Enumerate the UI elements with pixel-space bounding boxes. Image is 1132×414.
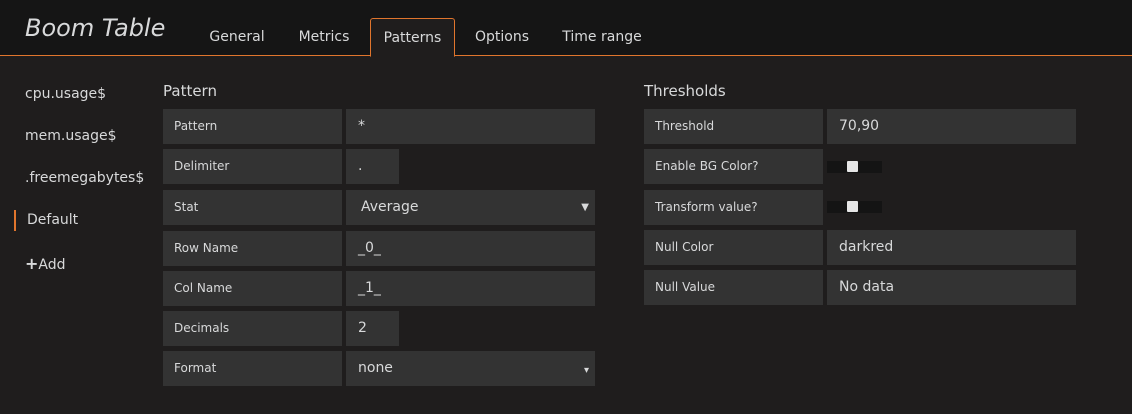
enable-bg-color-toggle[interactable] bbox=[827, 161, 882, 173]
tab-label: Patterns bbox=[383, 30, 442, 46]
pattern-label: Pattern bbox=[163, 109, 342, 144]
sidebar-item-label: mem.usage$ bbox=[25, 128, 117, 144]
sidebar-item-label: .freemegabytes$ bbox=[25, 170, 145, 186]
caret-down-icon: ▼ bbox=[581, 202, 589, 213]
decimals-input[interactable]: 2 bbox=[346, 311, 399, 346]
panel-title: Boom Table bbox=[25, 14, 166, 42]
add-pattern-button[interactable]: +Add bbox=[25, 254, 66, 273]
tab-label: Time range bbox=[562, 29, 642, 45]
sidebar-item-freemegabytes[interactable]: .freemegabytes$ bbox=[25, 170, 144, 186]
pattern-section-title: Pattern bbox=[163, 82, 217, 100]
enable-bg-color-label: Enable BG Color? bbox=[644, 149, 823, 184]
transform-value-checkbox[interactable] bbox=[847, 201, 858, 212]
null-value-label: Null Value bbox=[644, 270, 823, 305]
tab-label: Options bbox=[474, 29, 530, 45]
thresholds-section-title: Thresholds bbox=[644, 82, 726, 100]
sidebar-item-label: cpu.usage$ bbox=[25, 86, 107, 102]
tab-label: General bbox=[209, 29, 265, 45]
caret-down-icon: ▾ bbox=[583, 365, 589, 376]
plus-icon: + bbox=[25, 254, 39, 273]
pattern-input[interactable]: * bbox=[346, 109, 595, 144]
format-label: Format bbox=[163, 351, 342, 386]
format-select-value: none bbox=[358, 360, 393, 376]
tab-options[interactable]: Options bbox=[463, 18, 541, 55]
panel-header: Boom Table General Metrics Patterns Opti… bbox=[0, 0, 1132, 57]
col-name-label: Col Name bbox=[163, 271, 342, 306]
threshold-label: Threshold bbox=[644, 109, 823, 144]
sidebar-item-label: Default bbox=[27, 212, 79, 228]
stat-select[interactable]: Average ▼ bbox=[346, 190, 595, 225]
add-label: Add bbox=[38, 257, 66, 273]
tab-label: Metrics bbox=[298, 29, 350, 45]
transform-value-toggle[interactable] bbox=[827, 201, 882, 213]
tab-metrics[interactable]: Metrics bbox=[285, 18, 363, 55]
row-name-label: Row Name bbox=[163, 231, 342, 266]
sidebar-item-default[interactable]: Default bbox=[13, 210, 79, 231]
delimiter-input[interactable]: . bbox=[346, 149, 399, 184]
transform-value-label: Transform value? bbox=[644, 190, 823, 225]
row-name-input[interactable]: _0_ bbox=[346, 231, 595, 266]
sidebar-item-mem-usage[interactable]: mem.usage$ bbox=[25, 128, 117, 144]
tab-patterns[interactable]: Patterns bbox=[370, 18, 455, 57]
col-name-input[interactable]: _1_ bbox=[346, 271, 595, 306]
tab-general[interactable]: General bbox=[196, 18, 278, 55]
delimiter-label: Delimiter bbox=[163, 149, 342, 184]
decimals-label: Decimals bbox=[163, 311, 342, 346]
null-color-input[interactable]: darkred bbox=[827, 230, 1076, 265]
tab-time-range[interactable]: Time range bbox=[552, 18, 652, 55]
format-select[interactable]: none ▾ bbox=[346, 351, 595, 386]
null-color-label: Null Color bbox=[644, 230, 823, 265]
sidebar-item-cpu-usage[interactable]: cpu.usage$ bbox=[25, 86, 106, 102]
enable-bg-color-checkbox[interactable] bbox=[847, 161, 858, 172]
threshold-input[interactable]: 70,90 bbox=[827, 109, 1076, 144]
stat-label: Stat bbox=[163, 190, 342, 225]
stat-select-value: Average bbox=[361, 199, 419, 215]
null-value-input[interactable]: No data bbox=[827, 270, 1076, 305]
